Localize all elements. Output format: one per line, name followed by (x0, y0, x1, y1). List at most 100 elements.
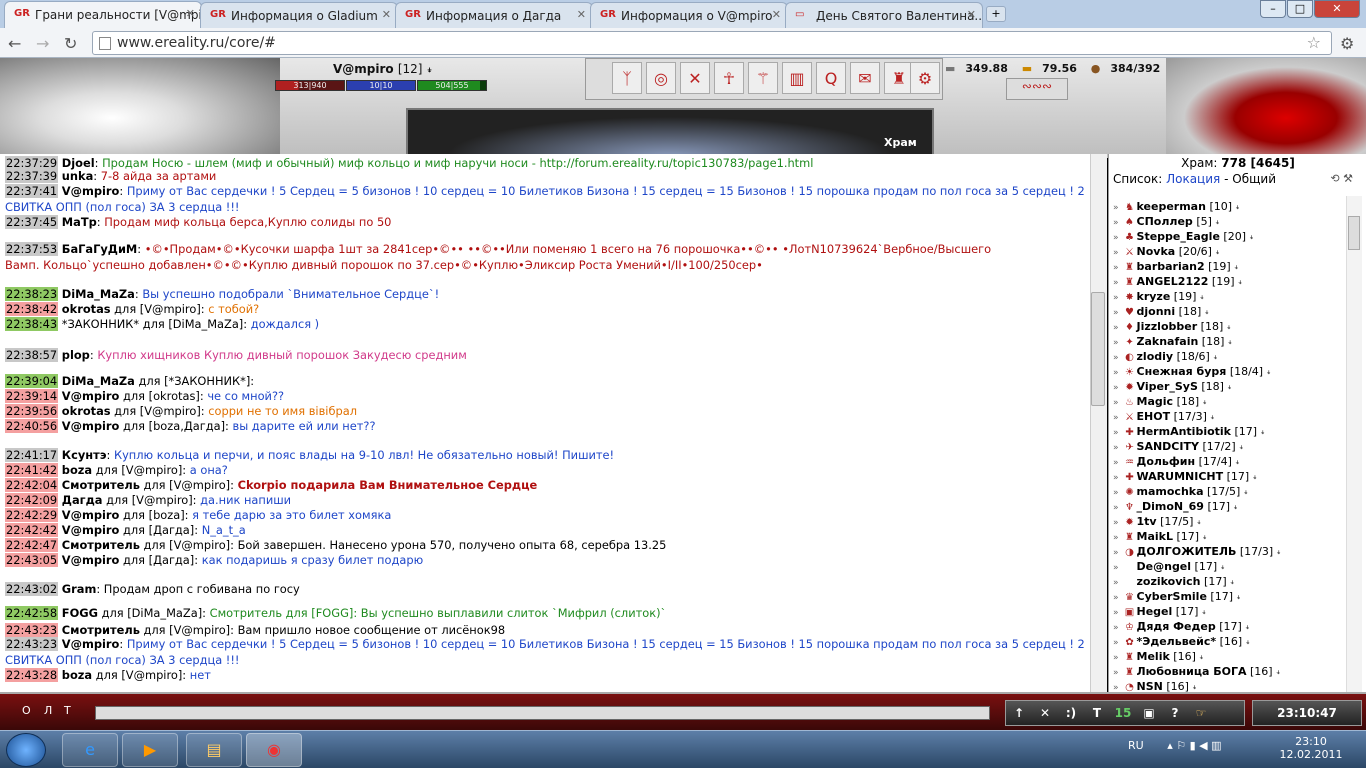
message-nick[interactable]: БаГаГуДиМ (62, 242, 137, 256)
maximize-button[interactable]: □ (1287, 0, 1313, 18)
info-icon[interactable]: ⍖ (1240, 488, 1248, 498)
user-name[interactable]: Hegel (1137, 605, 1173, 618)
message-nick[interactable]: okrotas (62, 404, 111, 418)
user-name[interactable]: EHOT (1137, 410, 1171, 423)
user-name[interactable]: ДОЛГОЖИТЕЛЬ (1137, 545, 1237, 558)
tab[interactable]: GR Информация о Дагда ✕ (395, 2, 593, 28)
online-user[interactable]: » ♨ Magic [18] ⍖ (1113, 395, 1207, 408)
message-nick[interactable]: FOGG (62, 606, 98, 620)
info-icon[interactable]: ⍖ (1212, 218, 1220, 228)
online-scrollbar[interactable] (1346, 196, 1362, 692)
ie-taskbar-icon[interactable]: e (62, 733, 118, 767)
online-user[interactable]: » ✿ *Эдельвейс* [16] ⍖ (1113, 635, 1250, 648)
private-arrow-icon[interactable]: » (1113, 548, 1119, 558)
forward-icon[interactable]: → (36, 34, 49, 53)
message-time[interactable]: 22:37:41 (5, 184, 59, 198)
private-arrow-icon[interactable]: » (1113, 668, 1119, 678)
close-window-button[interactable]: ✕ (1314, 0, 1360, 18)
clear-button[interactable]: ✕ (1032, 701, 1058, 725)
message-nick[interactable]: boza (62, 668, 92, 682)
mode-general-link[interactable]: Общий (1232, 172, 1276, 186)
online-user[interactable]: » ⚔ Novka [20/6] ⍖ (1113, 245, 1220, 258)
chat-scroll-thumb[interactable] (1091, 292, 1105, 406)
message-time[interactable]: 22:38:23 (5, 287, 59, 301)
tray-icons[interactable]: ▴ ⚐ ▮ ◀ ▥ (1167, 739, 1221, 752)
message-nick[interactable]: plop (62, 348, 90, 362)
online-user[interactable]: » ✚ WARUMNICHT [17] ⍖ (1113, 470, 1257, 483)
user-name[interactable]: SANDCITY (1137, 440, 1199, 453)
private-arrow-icon[interactable]: » (1113, 203, 1119, 213)
reload-icon[interactable]: ↻ (64, 34, 77, 53)
online-user[interactable]: » ✈ SANDCITY [17/2] ⍖ (1113, 440, 1244, 453)
user-name[interactable]: Снежная буря (1137, 365, 1227, 378)
online-user[interactable]: » ♛ CyberSmile [17] ⍖ (1113, 590, 1241, 603)
user-name[interactable]: СПоллер (1137, 215, 1193, 228)
info-icon[interactable]: ⍖ (1273, 668, 1280, 678)
private-arrow-icon[interactable]: » (1113, 638, 1119, 648)
translit-button[interactable]: T (1084, 701, 1110, 725)
info-icon[interactable]: ⍖ (1242, 623, 1250, 633)
user-name[interactable]: HermAntibiotik (1137, 425, 1231, 438)
private-arrow-icon[interactable]: » (1113, 608, 1119, 618)
message-time[interactable]: 22:42:04 (5, 478, 59, 492)
user-name[interactable]: Дядя Федер (1137, 620, 1216, 633)
private-arrow-icon[interactable]: » (1113, 398, 1119, 408)
online-user[interactable]: » ♆ _DimoN_69 [17] ⍖ (1113, 500, 1238, 513)
info-icon[interactable]: ⍖ (1201, 308, 1209, 318)
message-time[interactable]: 22:41:42 (5, 463, 59, 477)
settings-icon[interactable]: ⚙ (910, 62, 940, 94)
refresh-icon[interactable]: ⟲ ⚒ (1330, 172, 1353, 185)
private-arrow-icon[interactable]: » (1113, 518, 1119, 528)
user-name[interactable]: 1tv (1137, 515, 1157, 528)
message-nick[interactable]: Дагда (62, 493, 103, 507)
message-time[interactable]: 22:37:29 (5, 156, 59, 170)
private-arrow-icon[interactable]: » (1113, 533, 1119, 543)
private-arrow-icon[interactable]: » (1113, 218, 1119, 228)
message-time[interactable]: 22:43:23 (5, 637, 59, 651)
user-name[interactable]: WARUMNICHT (1137, 470, 1224, 483)
message-time[interactable]: 22:39:14 (5, 389, 59, 403)
online-user[interactable]: » ♜ ANGEL2122 [19] ⍖ (1113, 275, 1243, 288)
info-icon[interactable]: ⍖ (1257, 428, 1265, 438)
filter-button[interactable]: 15 (1110, 701, 1136, 725)
info-icon[interactable]: ⍖ (1196, 653, 1204, 663)
chat-mode-o[interactable]: О (22, 704, 31, 717)
private-arrow-icon[interactable]: » (1113, 413, 1119, 423)
quest-icon[interactable]: ⚚ (748, 62, 778, 94)
private-arrow-icon[interactable]: » (1113, 563, 1119, 573)
wrench-icon[interactable]: ⚙ (1340, 34, 1354, 53)
user-name[interactable]: *Эдельвейс* (1137, 635, 1217, 648)
chat-input[interactable] (95, 706, 990, 720)
info-icon[interactable]: ⍖ (1224, 383, 1232, 393)
message-nick[interactable]: Gram (62, 582, 97, 596)
close-icon[interactable]: ✕ (772, 8, 781, 21)
user-name[interactable]: Magic (1137, 395, 1174, 408)
message-time[interactable]: 22:43:23 (5, 623, 59, 637)
tab[interactable]: GR Информация о Gladium ✕ (200, 2, 398, 28)
character-icon[interactable]: ᛉ (612, 62, 642, 94)
message-time[interactable]: 22:42:09 (5, 493, 59, 507)
info-icon[interactable]: ⍖ (1236, 443, 1244, 453)
user-name[interactable]: _DimoN_69 (1137, 500, 1204, 513)
message-nick[interactable]: V@mpiro (62, 184, 120, 198)
message-nick[interactable]: V@mpiro (62, 389, 120, 403)
private-arrow-icon[interactable]: » (1113, 248, 1119, 258)
info-icon[interactable]: ⍖ (1196, 293, 1204, 303)
hand-button[interactable]: ☞ (1188, 701, 1214, 725)
message-time[interactable]: 22:42:42 (5, 523, 59, 537)
message-time[interactable]: 22:39:04 (5, 374, 59, 388)
search-icon[interactable]: Q (816, 62, 846, 94)
private-arrow-icon[interactable]: » (1113, 323, 1119, 333)
new-tab-button[interactable]: + (986, 6, 1006, 22)
mail-icon[interactable]: ✉ (850, 62, 880, 94)
user-name[interactable]: Zaknafain (1137, 335, 1199, 348)
online-user[interactable]: » ♜ MaikL [17] ⍖ (1113, 530, 1207, 543)
message-time[interactable]: 22:42:29 (5, 508, 59, 522)
online-user[interactable]: » ♜ Melik [16] ⍖ (1113, 650, 1204, 663)
info-icon[interactable]: ⍖ (1207, 413, 1215, 423)
user-name[interactable]: Melik (1137, 650, 1170, 663)
private-arrow-icon[interactable]: » (1113, 488, 1119, 498)
private-arrow-icon[interactable]: » (1113, 653, 1119, 663)
private-arrow-icon[interactable]: » (1113, 308, 1119, 318)
online-user[interactable]: » ♒ Дольфин [17/4] ⍖ (1113, 455, 1240, 468)
